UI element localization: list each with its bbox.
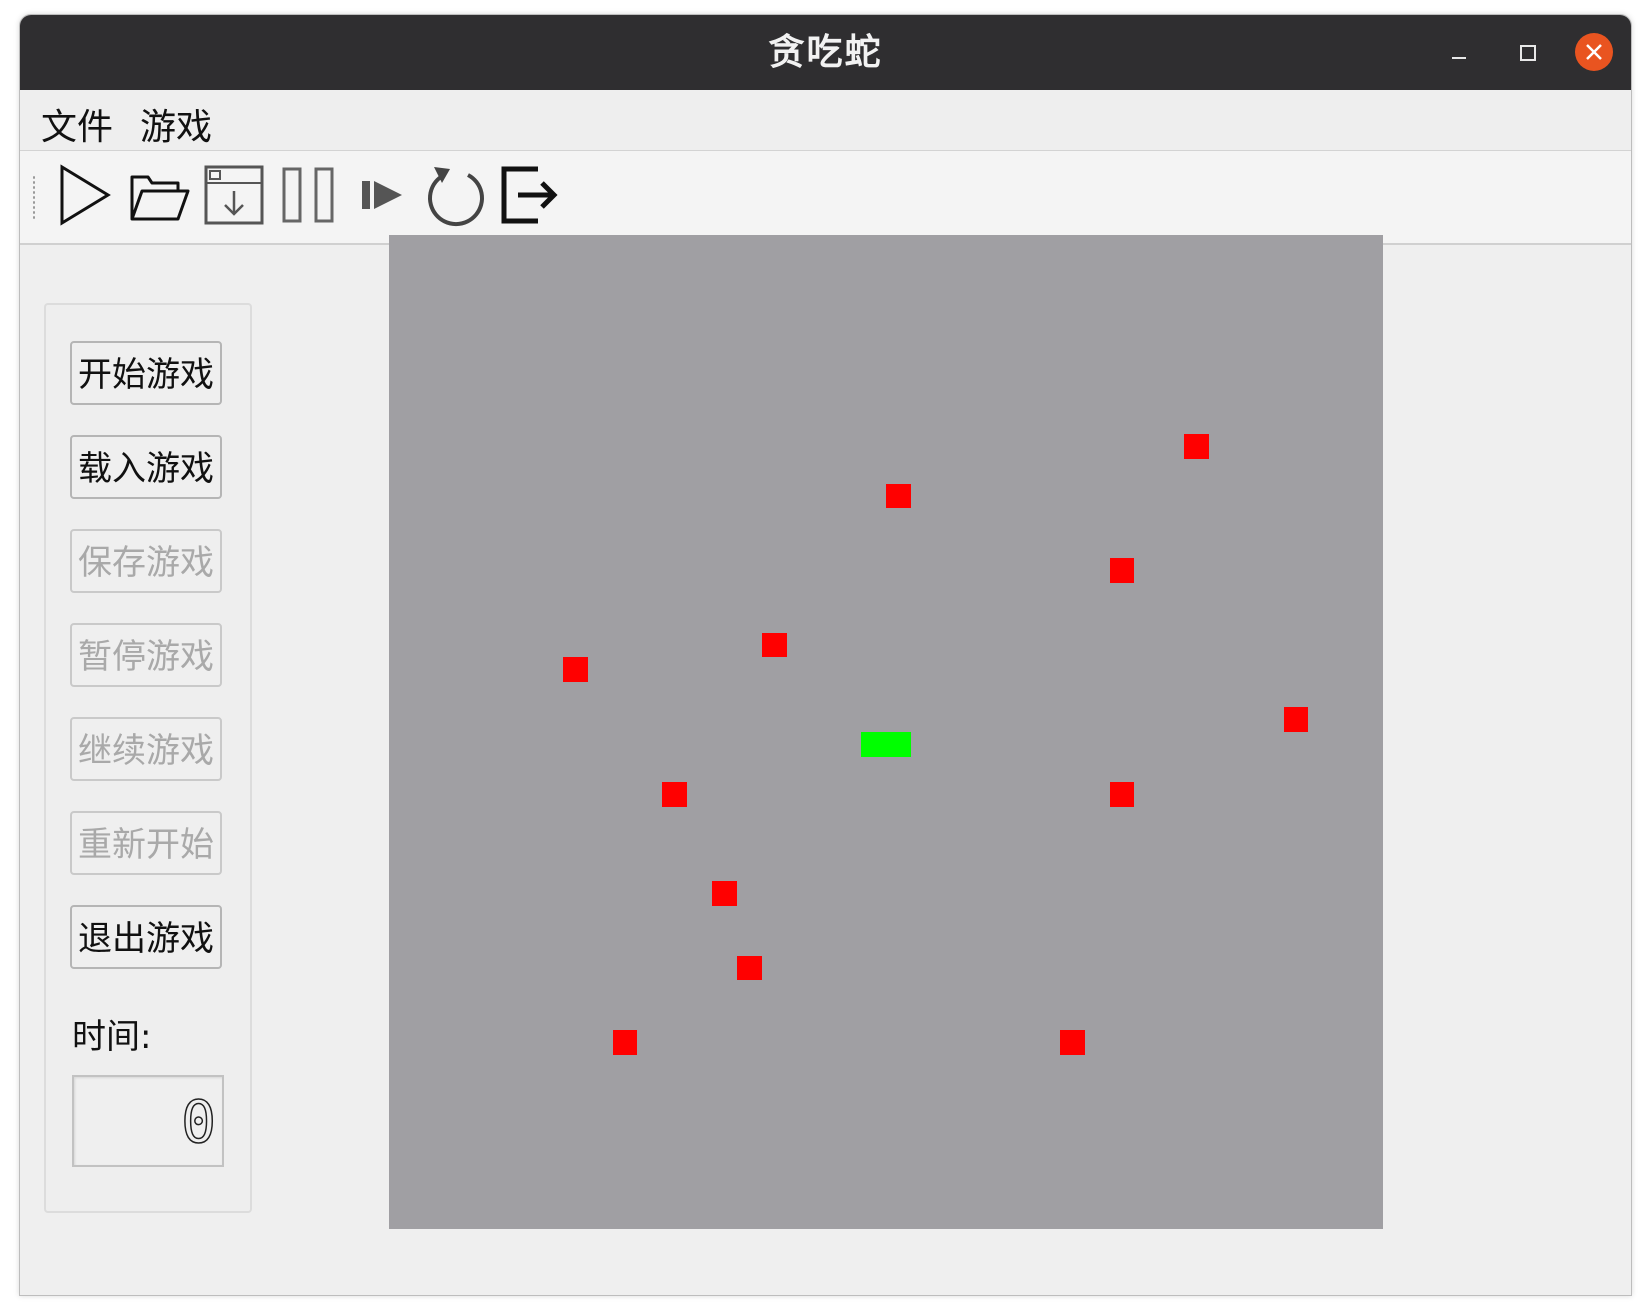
control-panel: 开始游戏 载入游戏 保存游戏 暂停游戏 继续游戏 重新开始 退出游戏 时间: 0 xyxy=(44,303,252,1213)
menu-file[interactable]: 文件 xyxy=(41,98,113,150)
obstacle-block xyxy=(1109,558,1135,583)
load-game-button[interactable]: 载入游戏 xyxy=(70,435,222,499)
time-label: 时间: xyxy=(72,1017,152,1057)
minimize-button[interactable] xyxy=(1440,33,1478,71)
menu-game[interactable]: 游戏 xyxy=(140,98,212,150)
save-game-tool-button[interactable] xyxy=(202,163,266,227)
obstacle-block xyxy=(736,955,762,981)
save-icon xyxy=(204,165,264,225)
start-game-tool-button[interactable] xyxy=(54,163,118,227)
pause-icon xyxy=(282,167,334,223)
snake-segment xyxy=(861,732,886,757)
menu-bar: 文件 游戏 xyxy=(20,90,1631,151)
restart-game-tool-button[interactable] xyxy=(424,163,488,227)
play-icon xyxy=(60,164,111,226)
obstacle-block xyxy=(1283,707,1309,732)
time-value: 0 xyxy=(180,1088,216,1156)
pause-game-tool-button[interactable] xyxy=(276,163,340,227)
restart-game-button[interactable]: 重新开始 xyxy=(70,811,222,875)
resume-icon xyxy=(362,181,402,209)
save-game-button[interactable]: 保存游戏 xyxy=(70,529,222,593)
toolbar xyxy=(20,151,1631,245)
exit-game-button[interactable]: 退出游戏 xyxy=(70,905,222,969)
app-window: 贪吃蛇 文件 游戏 开始游戏 载入游戏 保存游戏 暂停游戏 继续游戏 重新开始 … xyxy=(19,14,1632,1296)
load-game-tool-button[interactable] xyxy=(128,163,192,227)
obstacle-block xyxy=(662,781,688,807)
obstacle-block xyxy=(761,632,787,658)
snake-segment xyxy=(886,732,911,757)
game-board[interactable] xyxy=(389,235,1383,1229)
title-bar[interactable]: 贪吃蛇 xyxy=(20,15,1631,90)
exit-game-tool-button[interactable] xyxy=(498,163,562,227)
toolbar-grip[interactable] xyxy=(32,175,36,219)
close-button[interactable] xyxy=(1575,33,1613,71)
maximize-button[interactable] xyxy=(1508,33,1546,71)
obstacle-block xyxy=(712,881,737,906)
resume-game-tool-button[interactable] xyxy=(350,163,414,227)
exit-icon xyxy=(501,166,558,224)
pause-game-button[interactable]: 暂停游戏 xyxy=(70,623,222,687)
obstacle-block xyxy=(886,483,911,509)
obstacle-block xyxy=(612,1030,638,1056)
obstacle-block xyxy=(1059,1030,1085,1056)
window-title: 贪吃蛇 xyxy=(768,32,883,73)
obstacle-block xyxy=(562,657,588,683)
open-folder-icon xyxy=(130,175,190,221)
obstacle-block xyxy=(1109,781,1135,807)
close-icon xyxy=(1586,44,1602,60)
restart-icon xyxy=(428,167,484,226)
resume-game-button[interactable]: 继续游戏 xyxy=(70,717,222,781)
start-game-button[interactable]: 开始游戏 xyxy=(70,341,222,405)
obstacle-block xyxy=(1184,433,1210,459)
time-display: 0 xyxy=(72,1075,224,1167)
